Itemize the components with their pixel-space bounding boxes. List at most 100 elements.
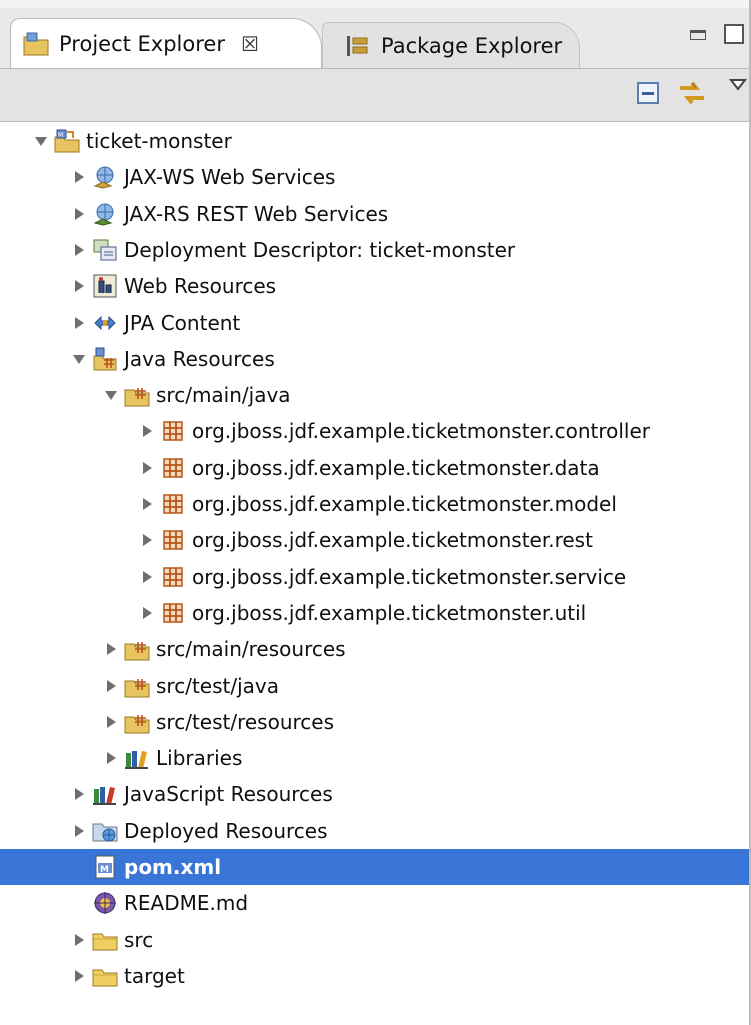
tree-item[interactable]: src/main/java — [0, 377, 751, 413]
tree-item[interactable]: Deployed Resources — [0, 813, 751, 849]
tree-item[interactable]: target — [0, 958, 751, 994]
expand-arrow-icon[interactable] — [72, 170, 86, 184]
tree-item[interactable]: src/test/java — [0, 668, 751, 704]
javascript-resources-icon — [92, 781, 118, 807]
tree-item[interactable]: org.jboss.jdf.example.ticketmonster.rest — [0, 522, 751, 558]
tree-item[interactable]: src — [0, 922, 751, 958]
tree-item[interactable]: JavaScript Resources — [0, 776, 751, 812]
folder-icon — [92, 963, 118, 989]
tree-item-label: org.jboss.jdf.example.ticketmonster.data — [192, 455, 600, 480]
tree-item-label: Java Resources — [124, 346, 275, 371]
expand-arrow-icon[interactable] — [72, 279, 86, 293]
tree-item[interactable]: src/test/resources — [0, 704, 751, 740]
tree-item-label: org.jboss.jdf.example.ticketmonster.serv… — [192, 564, 627, 589]
jpa-icon — [92, 310, 118, 336]
minimize-icon[interactable] — [690, 30, 706, 40]
folder-icon — [92, 927, 118, 953]
tree-item[interactable]: Java Resources — [0, 341, 751, 377]
markdown-file-icon — [92, 890, 118, 916]
package-icon — [160, 600, 186, 626]
package-icon — [160, 455, 186, 481]
tree-item[interactable]: org.jboss.jdf.example.ticketmonster.cont… — [0, 413, 751, 449]
expand-arrow-icon[interactable] — [72, 207, 86, 221]
expand-arrow-icon[interactable] — [104, 679, 118, 693]
tree-item-label: JAX-RS REST Web Services — [124, 201, 389, 226]
package-explorer-icon — [345, 33, 371, 59]
tree-item-label: README.md — [124, 891, 249, 916]
java-resources-icon — [92, 346, 118, 372]
tab-project-explorer[interactable]: Project Explorer ☒ — [10, 18, 322, 68]
tree-item[interactable]: JAX-RS REST Web Services — [0, 196, 751, 232]
svg-text:M: M — [100, 865, 109, 875]
tree-item-label: JavaScript Resources — [124, 782, 333, 807]
tree-item[interactable]: src/main/resources — [0, 631, 751, 667]
tree-item[interactable]: org.jboss.jdf.example.ticketmonster.data — [0, 450, 751, 486]
expand-arrow-icon[interactable] — [140, 533, 154, 547]
tree-item-label: Deployed Resources — [124, 818, 328, 843]
tree-item[interactable]: Libraries — [0, 740, 751, 776]
expand-arrow-icon[interactable] — [72, 824, 86, 838]
view-tab-bar: Project Explorer ☒ Package Explorer — [0, 0, 751, 76]
tab-bar-top-strip — [0, 0, 751, 8]
source-folder-icon — [124, 673, 150, 699]
tree-item-label: src/test/java — [156, 673, 279, 698]
tree-item[interactable]: Deployment Descriptor: ticket-monster — [0, 232, 751, 268]
collapse-all-icon[interactable] — [636, 81, 660, 105]
tab-project-explorer-label: Project Explorer — [59, 31, 225, 56]
tab-package-explorer-label: Package Explorer — [381, 33, 563, 58]
tree-item-label: JPA Content — [124, 310, 241, 335]
expand-arrow-icon[interactable] — [140, 461, 154, 475]
tab-package-explorer[interactable]: Package Explorer — [322, 22, 580, 68]
project-icon: M — [54, 128, 80, 154]
expand-arrow-icon[interactable] — [104, 751, 118, 765]
view-menu-icon[interactable] — [728, 77, 748, 91]
tree-item-label: ticket-monster — [86, 129, 232, 153]
tree-item[interactable]: Mpom.xml — [0, 849, 751, 885]
tree-item[interactable]: org.jboss.jdf.example.ticketmonster.serv… — [0, 559, 751, 595]
tree-item[interactable]: Web Resources — [0, 268, 751, 304]
web-service-icon — [92, 164, 118, 190]
tree-item-label: pom.xml — [124, 855, 222, 879]
tree-item[interactable]: JPA Content — [0, 305, 751, 341]
expand-arrow-icon[interactable] — [104, 642, 118, 656]
tree-item-label: src/main/resources — [156, 637, 346, 662]
maximize-icon[interactable] — [724, 24, 744, 44]
deployed-resources-icon — [92, 818, 118, 844]
tree-item-label: org.jboss.jdf.example.ticketmonster.cont… — [192, 419, 651, 444]
expand-arrow-icon[interactable] — [104, 715, 118, 729]
tree-item[interactable]: README.md — [0, 885, 751, 921]
expand-arrow-icon[interactable] — [72, 933, 86, 947]
source-folder-icon — [124, 709, 150, 735]
close-icon[interactable]: ☒ — [241, 32, 259, 56]
tree-item-label: Web Resources — [124, 274, 277, 299]
tree-item-label: target — [124, 963, 185, 988]
tree-item-label: org.jboss.jdf.example.ticketmonster.rest — [192, 528, 593, 553]
project-explorer-icon — [23, 31, 49, 57]
rest-service-icon — [92, 201, 118, 227]
tree-item[interactable]: org.jboss.jdf.example.ticketmonster.util — [0, 595, 751, 631]
view-toolbar — [0, 68, 751, 122]
expand-arrow-icon[interactable] — [72, 243, 86, 257]
tree-item-label: Deployment Descriptor: ticket-monster — [124, 237, 516, 262]
expand-arrow-icon[interactable] — [140, 570, 154, 584]
maven-pom-icon: M — [92, 854, 118, 880]
expand-arrow-icon[interactable] — [72, 787, 86, 801]
expand-arrow-icon[interactable] — [140, 606, 154, 620]
tree-item-label: src — [124, 927, 154, 952]
tree-item-label: src/test/resources — [156, 709, 335, 734]
expand-arrow-icon[interactable] — [72, 969, 86, 983]
tree-item[interactable]: JAX-WS Web Services — [0, 159, 751, 195]
expand-arrow-icon[interactable] — [140, 497, 154, 511]
collapse-arrow-icon[interactable] — [34, 134, 48, 148]
collapse-arrow-icon[interactable] — [72, 352, 86, 366]
expand-arrow-icon[interactable] — [140, 424, 154, 438]
tree-item[interactable]: Mticket-monster — [0, 123, 751, 159]
expand-arrow-icon[interactable] — [72, 316, 86, 330]
source-folder-icon — [124, 636, 150, 662]
collapse-arrow-icon[interactable] — [104, 388, 118, 402]
tree-item-label: org.jboss.jdf.example.ticketmonster.util — [192, 600, 587, 625]
tree-item[interactable]: org.jboss.jdf.example.ticketmonster.mode… — [0, 486, 751, 522]
package-icon — [160, 418, 186, 444]
link-with-editor-icon[interactable] — [676, 78, 708, 108]
